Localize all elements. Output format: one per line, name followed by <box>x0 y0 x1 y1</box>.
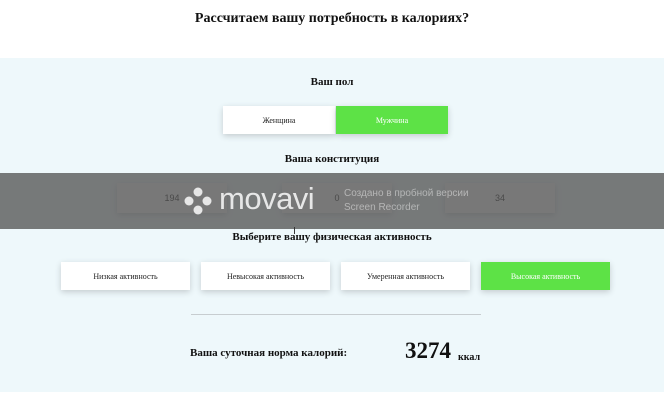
page-title: Рассчитаем вашу потребность в калориях? <box>194 11 470 26</box>
constitution-label: Ваша конституция <box>284 153 380 165</box>
calorie-unit: ккал <box>458 352 481 363</box>
activity-light-button[interactable]: Невысокая активность <box>201 262 330 290</box>
gender-label: Ваш пол <box>310 76 354 88</box>
watermark-brand: movavi <box>219 181 315 216</box>
activity-label: Выберите вашу физическая активность <box>232 231 432 243</box>
gender-female-button[interactable]: Женщина <box>223 106 335 134</box>
activity-moderate-button[interactable]: Умеренная активность <box>341 262 470 290</box>
watermark-line-2: Screen Recorder <box>344 202 420 213</box>
result-label: Ваша суточная норма калорий: <box>190 347 348 359</box>
gender-male-button[interactable]: Мужчина <box>336 106 448 134</box>
movavi-logo-icon <box>184 187 212 215</box>
watermark-overlay <box>0 173 664 229</box>
activity-high-button[interactable]: Высокая активность <box>481 262 610 290</box>
divider <box>191 314 481 315</box>
activity-low-button[interactable]: Низкая активность <box>61 262 190 290</box>
calorie-value: 3274 <box>405 338 451 363</box>
watermark-line-1: Создано в пробной версии <box>344 188 469 199</box>
